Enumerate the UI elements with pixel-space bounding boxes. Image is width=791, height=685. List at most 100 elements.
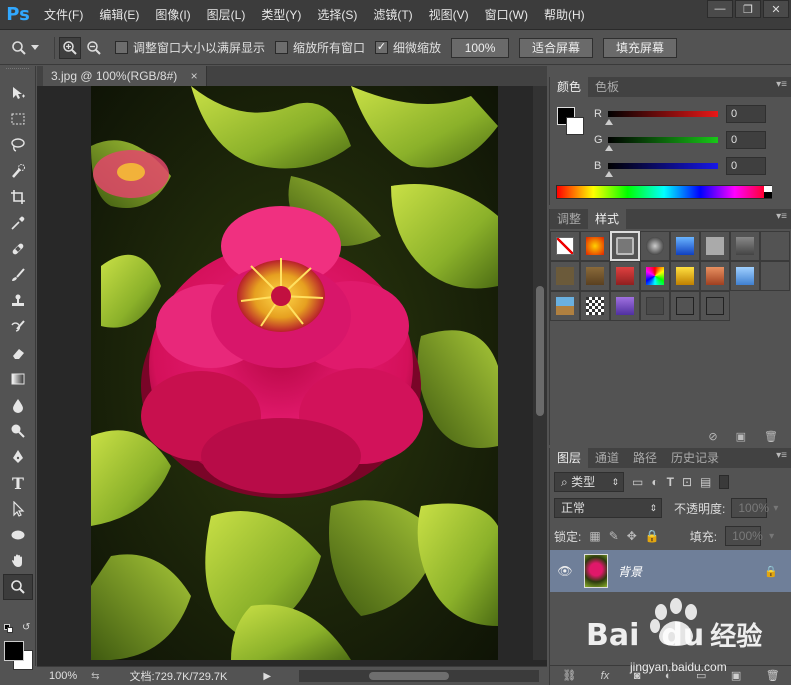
status-export-icon[interactable]: ⇆	[91, 671, 99, 682]
layer-row-background[interactable]: 👁 背景 🔒	[550, 550, 791, 592]
minimize-button[interactable]: —	[707, 0, 733, 18]
opacity-dropdown-icon[interactable]: ▾	[773, 503, 778, 514]
resize-window-option[interactable]: 调整窗口大小以满屏显示	[115, 39, 265, 56]
opacity-input[interactable]: 100%	[731, 498, 769, 518]
menu-filter[interactable]: 滤镜(T)	[365, 0, 420, 30]
foreground-color-swatch[interactable]	[4, 641, 24, 661]
red-channel-slider[interactable]	[605, 111, 718, 125]
zoom-out-icon[interactable]	[83, 37, 105, 59]
green-slider-handle[interactable]	[605, 145, 613, 151]
filter-shape-icon[interactable]: ⊡	[682, 475, 692, 489]
path-selection-tool-icon[interactable]	[3, 496, 33, 522]
tab-paths[interactable]: 路径	[626, 448, 664, 468]
tab-adjustments[interactable]: 调整	[550, 209, 588, 229]
dodge-tool-icon[interactable]	[3, 418, 33, 444]
lasso-tool-icon[interactable]	[3, 132, 33, 158]
lock-position-icon[interactable]: ✥	[627, 529, 637, 543]
default-colors-icon[interactable]	[4, 624, 14, 634]
tab-layers[interactable]: 图层	[550, 448, 589, 468]
style-swatch-selected[interactable]	[610, 231, 640, 261]
eyedropper-tool-icon[interactable]	[3, 210, 33, 236]
menu-type[interactable]: 类型(Y)	[253, 0, 309, 30]
ellipse-tool-icon[interactable]	[3, 522, 33, 548]
resize-window-checkbox[interactable]	[115, 41, 128, 54]
color-bg-swatch[interactable]	[566, 117, 584, 135]
image-canvas[interactable]	[91, 86, 498, 660]
style-swatch[interactable]	[670, 261, 700, 291]
brush-tool-icon[interactable]	[3, 262, 33, 288]
blend-mode-select[interactable]: 正常 ⇕	[554, 498, 662, 518]
blue-slider-handle[interactable]	[605, 171, 613, 177]
fill-dropdown-icon[interactable]: ▾	[769, 531, 774, 542]
eye-icon[interactable]: 👁	[550, 564, 580, 578]
style-swatch[interactable]	[730, 261, 760, 291]
filter-adjustment-icon[interactable]: ◐	[651, 475, 658, 489]
horizontal-scroll-thumb[interactable]	[369, 672, 449, 680]
tab-channels[interactable]: 通道	[588, 448, 626, 468]
gradient-tool-icon[interactable]	[3, 366, 33, 392]
new-style-icon[interactable]: ▣	[736, 430, 746, 443]
move-tool-icon[interactable]	[3, 80, 33, 106]
healing-brush-tool-icon[interactable]	[3, 236, 33, 262]
filter-toggle[interactable]	[719, 475, 730, 489]
blur-tool-icon[interactable]	[3, 392, 33, 418]
zoom-all-option[interactable]: 缩放所有窗口	[275, 39, 365, 56]
tab-color[interactable]: 颜色	[550, 77, 589, 97]
tab-styles[interactable]: 样式	[588, 209, 627, 229]
menu-layer[interactable]: 图层(L)	[199, 0, 254, 30]
style-swatch[interactable]	[640, 231, 670, 261]
horizontal-scrollbar[interactable]	[299, 670, 539, 682]
green-channel-value[interactable]: 0	[726, 131, 766, 149]
hand-tool-icon[interactable]	[3, 548, 33, 574]
panel-menu-icon[interactable]: ▾≡	[776, 79, 787, 90]
zoom-100-button[interactable]: 100%	[451, 37, 510, 58]
style-swatch[interactable]	[610, 261, 640, 291]
menu-help[interactable]: 帮助(H)	[536, 0, 593, 30]
style-swatch[interactable]	[670, 231, 700, 261]
style-swatch[interactable]	[550, 291, 580, 321]
tab-swatches[interactable]: 色板	[588, 77, 626, 97]
style-swatch[interactable]	[700, 231, 730, 261]
filter-pixel-icon[interactable]: ▭	[632, 475, 643, 489]
toolbar-grip[interactable]	[6, 68, 29, 78]
panel-menu-icon[interactable]: ▾≡	[776, 211, 787, 222]
layer-thumbnail[interactable]	[584, 554, 608, 588]
style-swatch-none[interactable]	[550, 231, 580, 261]
marquee-tool-icon[interactable]	[3, 106, 33, 132]
lock-image-icon[interactable]: ✎	[609, 529, 619, 543]
layer-filter-kind-select[interactable]: ⌕ 类型 ⇕	[554, 472, 624, 492]
menu-window[interactable]: 窗口(W)	[477, 0, 536, 30]
menu-image[interactable]: 图像(I)	[147, 0, 198, 30]
layer-name[interactable]: 背景	[618, 563, 642, 580]
close-tab-icon[interactable]: ×	[191, 69, 198, 83]
document-tab[interactable]: 3.jpg @ 100%(RGB/8#) ×	[43, 66, 207, 86]
style-swatch[interactable]	[580, 231, 610, 261]
style-swatch[interactable]	[730, 231, 760, 261]
close-button[interactable]: ✕	[763, 0, 789, 18]
style-swatch[interactable]	[700, 261, 730, 291]
spectrum-black-white[interactable]	[764, 186, 772, 198]
clear-style-icon[interactable]: ⊘	[708, 430, 717, 443]
tool-preset-picker[interactable]	[0, 40, 50, 56]
filter-smart-object-icon[interactable]: ▤	[700, 475, 711, 489]
style-swatch[interactable]	[760, 261, 790, 291]
swap-colors-icon[interactable]: ↺	[22, 622, 30, 633]
lock-transparency-icon[interactable]: ▦	[589, 529, 600, 543]
style-swatch[interactable]	[580, 291, 610, 321]
zoom-tool-active-icon[interactable]	[3, 574, 33, 600]
filter-type-icon[interactable]: T	[667, 475, 674, 489]
red-channel-value[interactable]: 0	[726, 105, 766, 123]
zoom-in-icon[interactable]	[59, 36, 81, 59]
green-channel-slider[interactable]	[605, 137, 718, 151]
style-swatch[interactable]	[610, 291, 640, 321]
style-swatch[interactable]	[670, 291, 700, 321]
pen-tool-icon[interactable]	[3, 444, 33, 470]
style-swatch[interactable]	[550, 261, 580, 291]
style-swatch[interactable]	[580, 261, 610, 291]
tab-history[interactable]: 历史记录	[664, 448, 726, 468]
style-swatch[interactable]	[760, 231, 790, 261]
restore-button[interactable]: ❐	[735, 0, 761, 18]
status-zoom-level[interactable]: 100%	[49, 670, 77, 682]
menu-select[interactable]: 选择(S)	[309, 0, 365, 30]
link-layers-icon[interactable]: ⛓	[562, 669, 576, 682]
